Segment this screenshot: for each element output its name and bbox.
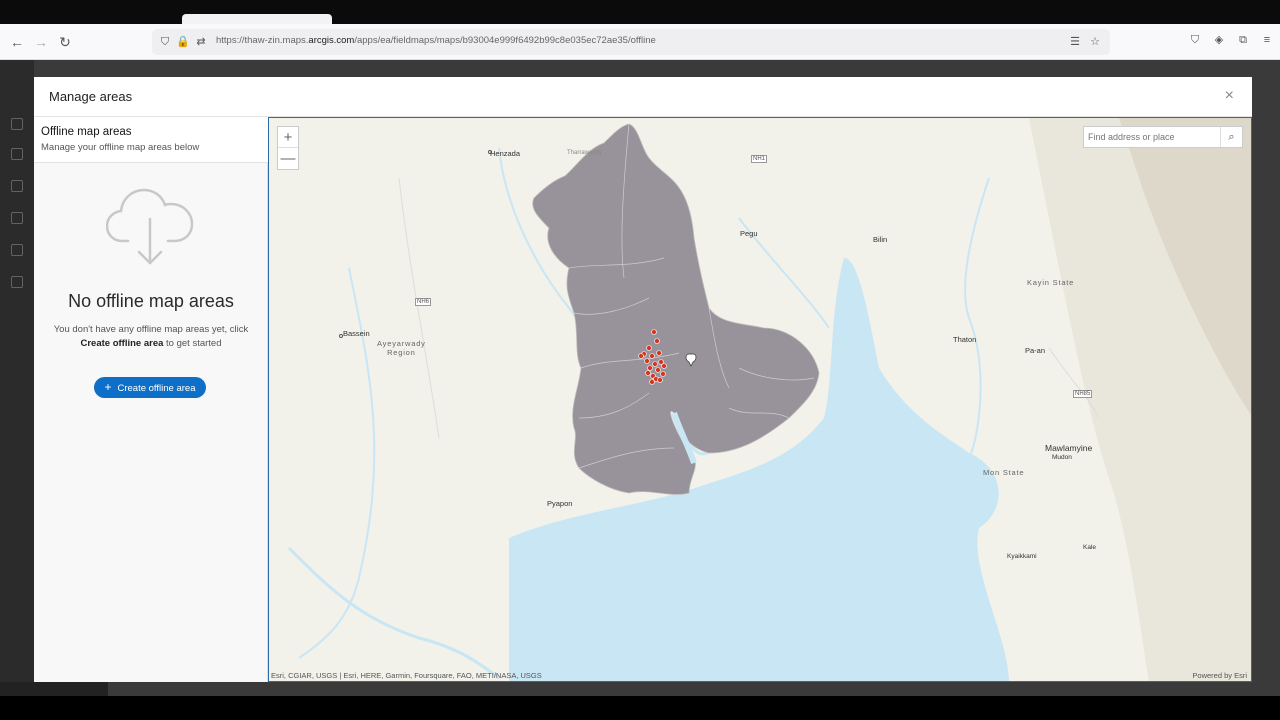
place-tharrawaddy: Tharrawaddy (567, 150, 603, 156)
offline-areas-panel: Offline map areas Manage your offline ma… (34, 117, 268, 682)
place-pyapon: Pyapon (547, 499, 573, 508)
offline-icon[interactable] (11, 212, 23, 224)
dialog-header: Manage areas × (34, 77, 1252, 117)
app-footer (0, 682, 108, 696)
road-nh1: NH1 (751, 155, 768, 163)
privacy-icon[interactable]: ◈ (1212, 33, 1226, 47)
home-icon[interactable] (11, 118, 23, 130)
place-bilin: Bilin (873, 235, 888, 244)
place-mawlamyine: Mawlamyine (1045, 443, 1093, 453)
settings-icon[interactable] (11, 180, 23, 192)
bottom-bar (0, 696, 1280, 720)
share-icon[interactable] (11, 276, 23, 288)
reload-icon[interactable]: ↻ (56, 33, 74, 51)
create-offline-area-button[interactable]: + Create offline area (94, 377, 206, 398)
address-bar[interactable]: ⛉ 🔒 ⇄ https://thaw-zin.maps.arcgis.com/a… (152, 29, 1110, 55)
place-kyaikkami: Kyaikkami (1007, 553, 1037, 560)
search-icon[interactable]: ⌕ (1220, 127, 1242, 147)
zoom-in-button[interactable]: + (278, 127, 298, 148)
region-ayeyarwady: Ayeyarwady Region (377, 339, 426, 357)
cloud-download-icon (106, 188, 194, 265)
title-bar (0, 0, 1280, 26)
lock-icon[interactable]: 🔒 (176, 35, 190, 49)
back-icon[interactable]: ← (8, 33, 26, 51)
place-kale: Kale (1083, 544, 1097, 551)
search-input[interactable] (1084, 127, 1218, 147)
dialog-title: Manage areas (49, 89, 133, 104)
place-bassein: Bassein (343, 329, 370, 338)
map-view[interactable]: + — ⌕ Henzada Tharrawaddy Pegu Bilin Bas… (268, 117, 1252, 682)
panel-subtitle: Manage your offline map areas below (41, 142, 200, 153)
menu-icon[interactable]: ≡ (1260, 33, 1274, 47)
panel-title: Offline map areas (41, 126, 132, 138)
gear-icon[interactable] (11, 244, 23, 256)
manage-areas-dialog: Manage areas × Offline map areas Manage … (34, 77, 1252, 682)
place-pegu: Pegu (740, 229, 758, 238)
selected-map-area[interactable] (532, 123, 820, 495)
map-attribution[interactable]: Esri, CGIAR, USGS | Esri, HERE, Garmin, … (271, 671, 542, 680)
layers-icon[interactable] (11, 148, 23, 160)
forward-icon[interactable]: → (32, 33, 50, 51)
panel-header: Offline map areas Manage your offline ma… (34, 117, 268, 163)
region-mon: Mon State (983, 468, 1025, 477)
app-sidebar (0, 60, 34, 696)
url-text[interactable]: https://thaw-zin.maps.arcgis.com/apps/ea… (216, 35, 656, 46)
powered-by-esri[interactable]: Powered by Esri (1192, 671, 1247, 680)
road (398, 177, 440, 439)
river (287, 546, 500, 680)
place-thaton: Thaton (953, 335, 977, 344)
region-kayin: Kayin State (1027, 278, 1075, 287)
close-icon[interactable]: × (1225, 87, 1234, 105)
pocket-icon[interactable]: ⛉ (1188, 33, 1202, 47)
shield-icon[interactable]: ⛉ (158, 35, 172, 49)
zoom-out-button[interactable]: — (278, 148, 298, 169)
river (298, 267, 376, 659)
zoom-control: + — (277, 126, 299, 170)
map-canvas[interactable] (269, 118, 1252, 682)
map-search: ⌕ (1083, 126, 1243, 148)
road-nh85: NH85 (1073, 390, 1093, 398)
reader-view-icon[interactable]: ☰ (1068, 35, 1082, 49)
empty-state-description: You don't have any offline map areas yet… (53, 324, 249, 349)
empty-state-title: No offline map areas (68, 291, 234, 311)
salween-river (964, 177, 990, 459)
extensions-icon[interactable]: ⧉ (1236, 33, 1250, 47)
road-nh6: NH6 (415, 298, 432, 306)
place-henzada: Henzada (490, 149, 521, 158)
bookmark-star-icon[interactable]: ☆ (1088, 35, 1102, 49)
place-mudon: Mudon (1052, 454, 1072, 461)
plus-icon: + (104, 380, 112, 394)
browser-toolbar: ← → ↻ ⛉ 🔒 ⇄ https://thaw-zin.maps.arcgis… (0, 24, 1280, 60)
place-paan: Pa-an (1025, 346, 1046, 355)
permissions-icon[interactable]: ⇄ (194, 35, 208, 49)
